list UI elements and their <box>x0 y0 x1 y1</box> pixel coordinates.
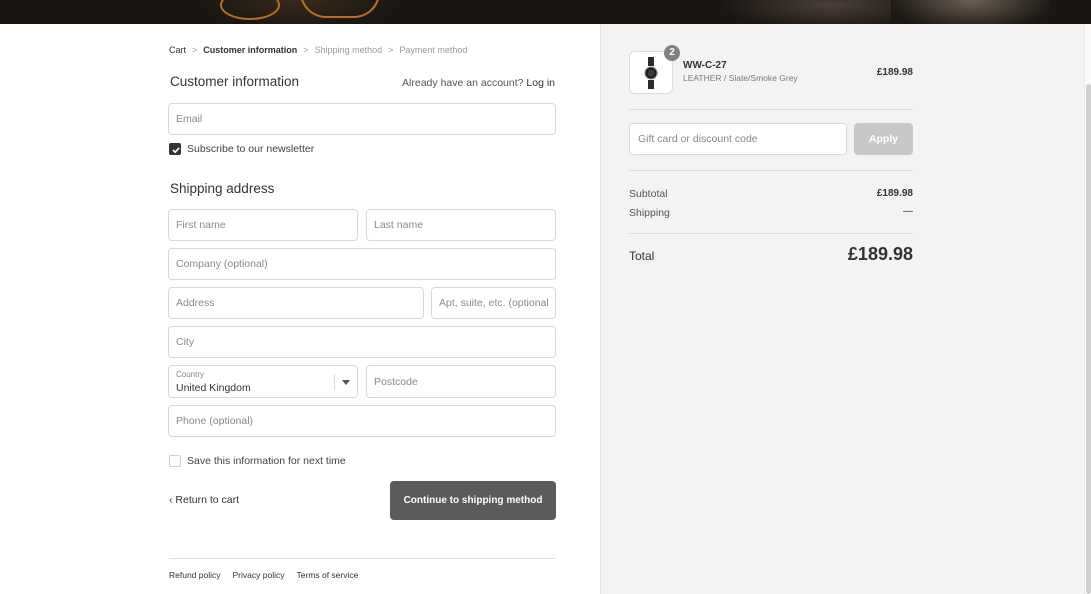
first-name-input[interactable] <box>168 209 358 241</box>
product-price: £189.98 <box>876 67 913 78</box>
scrollbar-thumb[interactable] <box>1086 84 1091 594</box>
shipping-value: — <box>903 206 913 217</box>
breadcrumb-customer-information: Customer information <box>203 45 298 55</box>
product-line-item: 2 WW-C-27 LEATHER / Slate/Smoke Grey £18… <box>629 45 913 95</box>
product-name: WW-C-27 <box>683 60 727 71</box>
apply-discount-button[interactable]: Apply <box>854 123 913 155</box>
apartment-input[interactable] <box>431 287 556 319</box>
login-prompt: Already have an account? Log in <box>402 77 555 89</box>
phone-input[interactable] <box>168 405 556 437</box>
scrollbar[interactable] <box>1084 24 1091 594</box>
save-info-checkbox[interactable] <box>169 455 181 467</box>
hero-banner <box>0 0 1091 24</box>
continue-to-shipping-button[interactable]: Continue to shipping method <box>390 481 556 520</box>
last-name-input[interactable] <box>366 209 556 241</box>
breadcrumb: Cart > Customer information > Shipping metho… <box>169 45 467 55</box>
subtotal-label: Subtotal <box>629 188 668 200</box>
footer-links: Refund policy Privacy policy Terms of serv… <box>169 570 370 580</box>
select-divider <box>334 374 335 390</box>
postcode-input[interactable] <box>366 365 556 398</box>
discount-code-input[interactable] <box>629 123 847 155</box>
shipping-address-title: Shipping address <box>170 181 275 196</box>
chevron-right-icon: > <box>192 45 198 55</box>
subtotal-value: £189.98 <box>876 188 913 199</box>
country-label: Country <box>176 370 205 379</box>
city-input[interactable] <box>168 326 556 358</box>
country-select[interactable]: Country United Kingdom <box>168 365 358 398</box>
save-info-label: Save this information for next time <box>187 455 346 467</box>
product-variant: LEATHER / Slate/Smoke Grey <box>683 73 798 83</box>
chevron-right-icon: > <box>303 45 309 55</box>
country-value: United Kingdom <box>176 382 251 394</box>
address-input[interactable] <box>168 287 424 319</box>
divider <box>629 170 913 171</box>
return-to-cart-link[interactable]: ‹ Return to cart <box>169 494 239 506</box>
breadcrumb-cart[interactable]: Cart <box>169 45 186 55</box>
divider <box>629 233 913 234</box>
caret-down-icon <box>342 380 350 385</box>
product-thumbnail: 2 <box>629 45 680 94</box>
total-value: £189.98 <box>847 244 913 264</box>
watch-icon <box>644 57 658 89</box>
terms-of-service-link[interactable]: Terms of service <box>296 570 358 580</box>
breadcrumb-payment-method: Payment method <box>399 45 468 55</box>
privacy-policy-link[interactable]: Privacy policy <box>233 570 285 580</box>
total-label: Total <box>629 249 655 263</box>
chevron-right-icon: > <box>388 45 394 55</box>
breadcrumb-shipping-method: Shipping method <box>314 45 383 55</box>
login-link[interactable]: Log in <box>526 77 555 89</box>
company-input[interactable] <box>168 248 556 280</box>
refund-policy-link[interactable]: Refund policy <box>169 570 221 580</box>
divider <box>629 109 913 110</box>
footer-divider <box>169 558 556 559</box>
newsletter-label: Subscribe to our newsletter <box>187 143 315 155</box>
quantity-badge: 2 <box>664 45 680 61</box>
checkmark-icon <box>172 147 180 154</box>
customer-information-title: Customer information <box>170 74 300 89</box>
newsletter-checkbox[interactable] <box>169 143 181 155</box>
chevron-left-icon: ‹ <box>169 494 173 506</box>
shipping-label: Shipping <box>629 207 670 219</box>
email-input[interactable] <box>168 103 556 135</box>
